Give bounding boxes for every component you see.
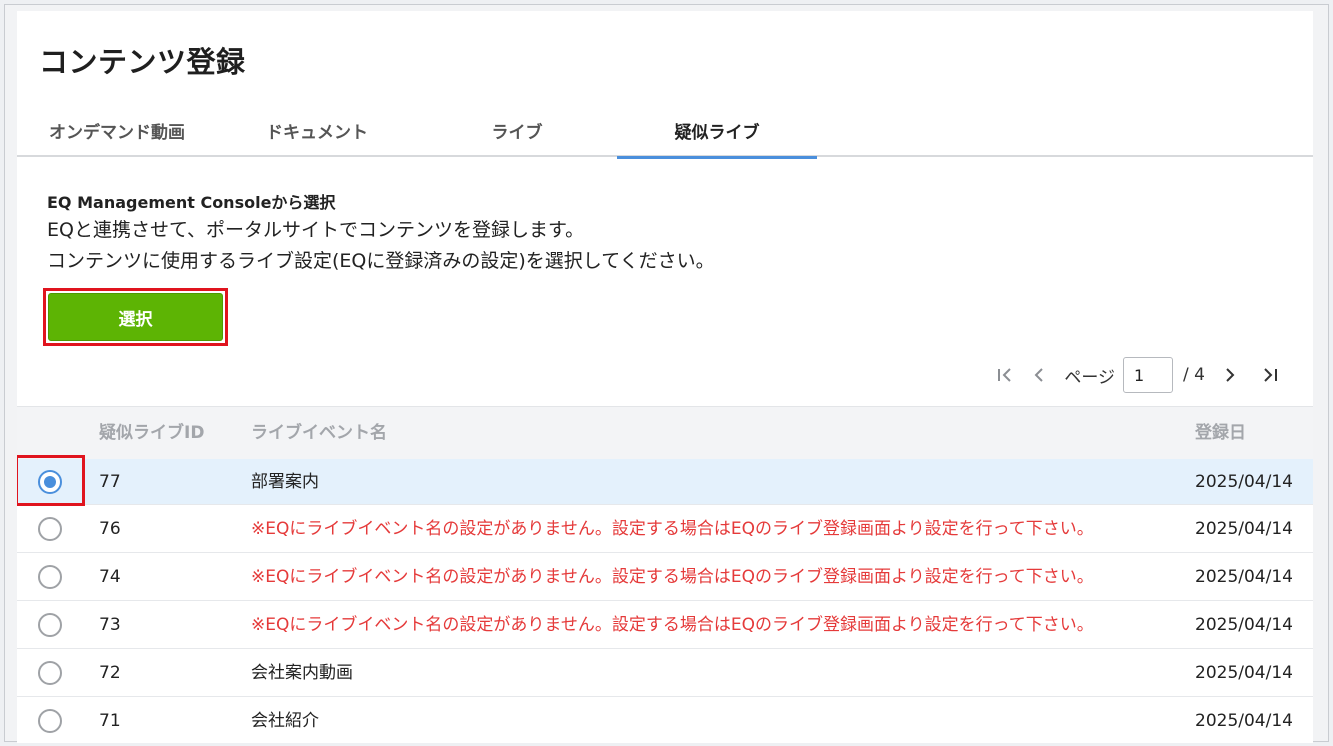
- row-event-name: 部署案内: [251, 472, 319, 492]
- page-label: ページ: [1064, 367, 1116, 388]
- prev-page-icon[interactable]: [1022, 358, 1056, 392]
- description-block: EQ Management Consoleから選択 EQと連携させて、ポータルサ…: [47, 191, 715, 277]
- row-id: 76: [99, 519, 121, 539]
- row-radio[interactable]: [38, 613, 62, 637]
- row-radio[interactable]: [38, 709, 62, 733]
- row-date: 2025/04/14: [1195, 519, 1293, 539]
- row-date: 2025/04/14: [1195, 615, 1293, 635]
- table-row[interactable]: 76 ※EQにライブイベント名の設定がありません。設定する場合はEQのライブ登録…: [17, 505, 1313, 553]
- tab-bar: オンデマンド動画 ドキュメント ライブ 疑似ライブ: [17, 103, 1313, 159]
- row-event-name: 会社紹介: [251, 711, 319, 731]
- row-id: 77: [99, 472, 121, 492]
- next-page-icon[interactable]: [1213, 358, 1247, 392]
- select-button[interactable]: 選択: [48, 293, 223, 341]
- pseudo-live-table: 疑似ライブID ライブイベント名 登録日 77 部署案内 2025/04/14 …: [17, 406, 1313, 743]
- description-line-1: EQと連携させて、ポータルサイトでコンテンツを登録します。: [47, 219, 585, 241]
- table-row[interactable]: 72 会社案内動画 2025/04/14: [17, 649, 1313, 697]
- row-id: 73: [99, 615, 121, 635]
- header-registered-date: 登録日: [1195, 423, 1246, 443]
- tab-live[interactable]: ライブ: [417, 103, 617, 157]
- row-date: 2025/04/14: [1195, 711, 1293, 731]
- window-frame: コンテンツ登録 オンデマンド動画 ドキュメント ライブ 疑似ライブ EQ Man…: [4, 4, 1329, 743]
- row-event-name: 会社案内動画: [251, 663, 353, 683]
- row-id: 71: [99, 711, 121, 731]
- pagination: ページ / 4: [988, 357, 1287, 393]
- row-id: 74: [99, 567, 121, 587]
- description-line-2: コンテンツに使用するライブ設定(EQに登録済みの設定)を選択してください。: [47, 250, 715, 272]
- row-event-name-warning: ※EQにライブイベント名の設定がありません。設定する場合はEQのライブ登録画面よ…: [251, 519, 1094, 539]
- row-event-name-warning: ※EQにライブイベント名の設定がありません。設定する場合はEQのライブ登録画面よ…: [251, 615, 1094, 635]
- table-header: 疑似ライブID ライブイベント名 登録日: [17, 407, 1313, 459]
- row-radio[interactable]: [38, 661, 62, 685]
- last-page-icon[interactable]: [1253, 358, 1287, 392]
- table-row[interactable]: 77 部署案内 2025/04/14: [17, 455, 1313, 506]
- page-title: コンテンツ登録: [39, 45, 246, 79]
- table-row[interactable]: 71 会社紹介 2025/04/14: [17, 697, 1313, 743]
- content-card: コンテンツ登録 オンデマンド動画 ドキュメント ライブ 疑似ライブ EQ Man…: [17, 11, 1313, 743]
- row-date: 2025/04/14: [1195, 663, 1293, 683]
- row-radio[interactable]: [38, 470, 62, 494]
- table-row[interactable]: 74 ※EQにライブイベント名の設定がありません。設定する場合はEQのライブ登録…: [17, 553, 1313, 601]
- table-row[interactable]: 73 ※EQにライブイベント名の設定がありません。設定する場合はEQのライブ登録…: [17, 601, 1313, 649]
- row-date: 2025/04/14: [1195, 472, 1293, 492]
- row-id: 72: [99, 663, 121, 683]
- tab-document[interactable]: ドキュメント: [217, 103, 417, 157]
- row-radio[interactable]: [38, 565, 62, 589]
- tab-pseudo-live[interactable]: 疑似ライブ: [617, 103, 817, 159]
- first-page-icon[interactable]: [988, 358, 1022, 392]
- header-event-name: ライブイベント名: [251, 423, 387, 443]
- row-event-name-warning: ※EQにライブイベント名の設定がありません。設定する場合はEQのライブ登録画面よ…: [251, 567, 1094, 587]
- page-number-input[interactable]: [1123, 357, 1174, 393]
- tab-on-demand-video[interactable]: オンデマンド動画: [17, 103, 217, 157]
- row-radio[interactable]: [38, 517, 62, 541]
- description-heading: EQ Management Consoleから選択: [47, 193, 336, 212]
- header-id: 疑似ライブID: [99, 423, 205, 443]
- page-total: / 4: [1183, 365, 1205, 385]
- row-date: 2025/04/14: [1195, 567, 1293, 587]
